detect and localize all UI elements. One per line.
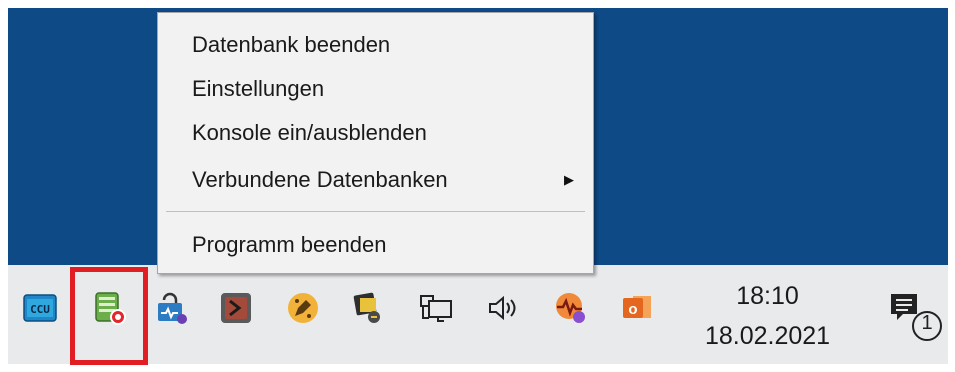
- ccu-icon-text: CCU: [30, 303, 50, 316]
- menu-item-connected-databases[interactable]: Verbundene Datenbanken ▶: [159, 158, 592, 202]
- clock-time: 18:10: [736, 282, 799, 310]
- tray-highlight-box: [70, 267, 148, 365]
- terminal-app-icon[interactable]: [218, 290, 254, 326]
- menu-item-toggle-console[interactable]: Konsole ein/ausblenden: [159, 111, 592, 155]
- menu-item-exit-program[interactable]: Programm beenden: [159, 223, 592, 267]
- menu-item-label: Konsole ein/ausblenden: [192, 120, 427, 145]
- menu-item-settings[interactable]: Einstellungen: [159, 67, 592, 111]
- notification-center-icon[interactable]: 1: [887, 288, 947, 348]
- menu-item-label: Verbundene Datenbanken: [192, 167, 448, 192]
- outlook-icon[interactable]: o: [619, 290, 655, 326]
- network-lock-icon[interactable]: [154, 290, 190, 326]
- ccu-icon[interactable]: CCU: [22, 290, 58, 326]
- menu-item-label: Einstellungen: [192, 76, 325, 101]
- network-icon[interactable]: [418, 290, 454, 326]
- menu-item-label: Programm beenden: [192, 232, 387, 257]
- pencil-app-icon[interactable]: [285, 290, 321, 326]
- tray-context-menu: Datenbank beenden Einstellungen Konsole …: [157, 12, 594, 274]
- media-app-icon[interactable]: [349, 290, 385, 326]
- menu-separator: [166, 211, 585, 212]
- outlook-icon-text: o: [628, 301, 637, 318]
- clock-date: 18.02.2021: [704, 322, 831, 350]
- menu-item-label: Datenbank beenden: [192, 32, 391, 57]
- pulse-monitor-icon[interactable]: [552, 290, 588, 326]
- notification-badge: 1: [921, 312, 933, 334]
- submenu-arrow-icon: ▶: [564, 172, 574, 187]
- menu-item-stop-database[interactable]: Datenbank beenden: [159, 23, 592, 67]
- taskbar-clock[interactable]: 18:10 18.02.2021: [685, 272, 850, 362]
- speaker-icon[interactable]: [485, 290, 521, 326]
